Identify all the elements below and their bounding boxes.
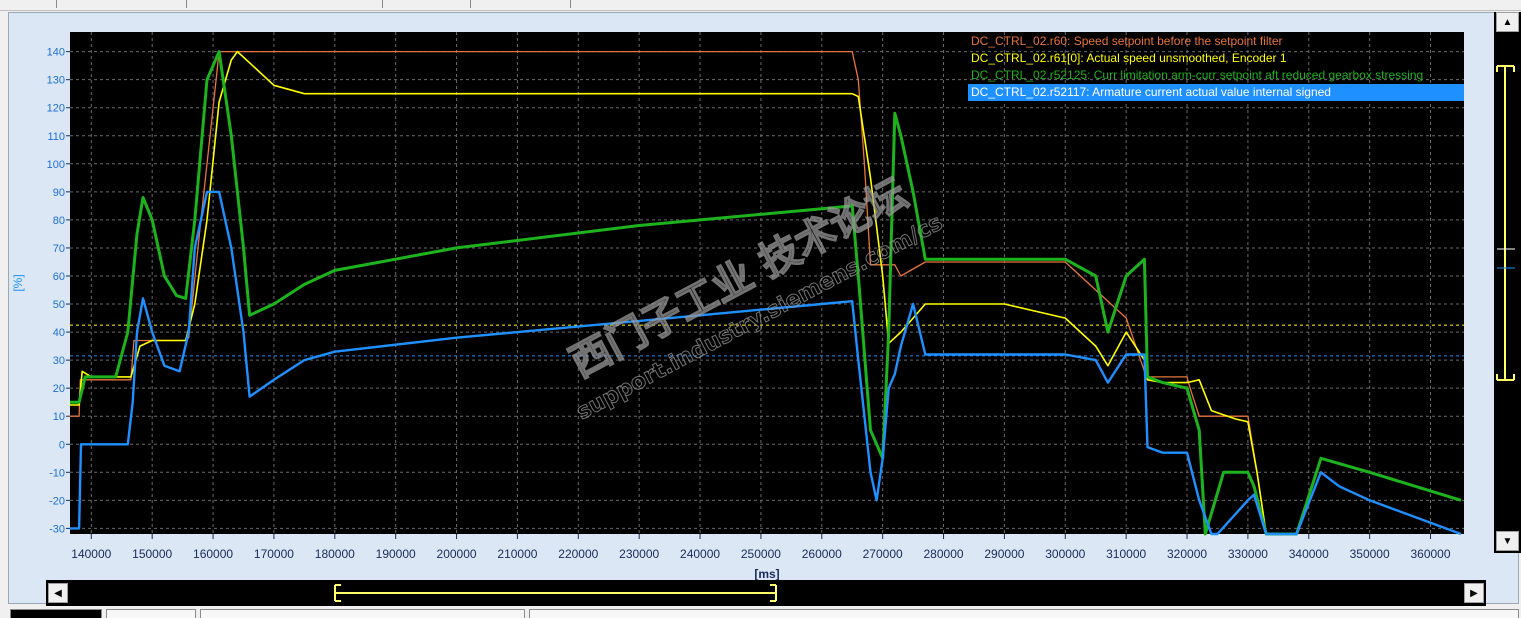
bottom-tab[interactable]: [529, 609, 1519, 618]
x-tick-label: 160000: [193, 547, 233, 561]
x-tick-label: 140000: [71, 547, 111, 561]
y-tick-label: 100: [47, 159, 65, 171]
x-tick-label: 310000: [1106, 547, 1146, 561]
x-tick-label: 230000: [619, 547, 659, 561]
x-tick-label: 350000: [1350, 547, 1390, 561]
x-tick-label: 150000: [132, 547, 172, 561]
x-tick-label: 240000: [680, 547, 720, 561]
y-tick-label: 30: [53, 355, 65, 367]
y-tick-label: 130: [47, 75, 65, 87]
x-tick-label: 280000: [924, 547, 964, 561]
legend-entry: DC_CTRL_02.r60: Speed setpoint before th…: [971, 34, 1283, 48]
bottom-tab[interactable]: [106, 609, 196, 618]
y-tick-label: -30: [49, 523, 65, 535]
x-tick-label: 260000: [802, 547, 842, 561]
x-tick-label: 250000: [741, 547, 781, 561]
legend-entry: DC_CTRL_02.r52117: Armature current actu…: [971, 85, 1331, 99]
scroll-down-button[interactable]: ▼: [1496, 531, 1519, 551]
horizontal-scrollbar[interactable]: ◀ ▶: [46, 580, 1486, 606]
x-tick-label: 190000: [376, 547, 416, 561]
y-tick-label: 60: [53, 271, 65, 283]
trace-chart: 西门子工业 技术论坛 support.industry.siemens.com/…: [11, 32, 1464, 581]
x-tick-label: 360000: [1410, 547, 1450, 561]
x-axis-ticks: 140000 150000 160000 170000 180000 190000 2000…: [71, 534, 1451, 561]
y-axis-label: [%]: [11, 274, 25, 291]
y-tick-label: 20: [53, 383, 65, 395]
x-tick-label: 270000: [863, 547, 903, 561]
y-tick-label: -10: [49, 467, 65, 479]
x-tick-label: 320000: [1167, 547, 1207, 561]
triangle-down-icon: ▼: [1502, 535, 1513, 547]
y-tick-label: 80: [53, 215, 65, 227]
triangle-right-icon: ▶: [1470, 587, 1478, 599]
scroll-right-button[interactable]: ▶: [1464, 583, 1484, 603]
vertical-scrollbar[interactable]: ▲ ▼: [1494, 12, 1521, 553]
y-axis-ticks: 1401301201101009080706050403020100-10-20…: [47, 47, 70, 535]
x-tick-label: 170000: [254, 547, 294, 561]
y-tick-label: 70: [53, 243, 65, 255]
legend-entry: DC_CTRL_02.r52125: Curr limitation arm-c…: [971, 68, 1423, 82]
y-tick-label: 50: [53, 299, 65, 311]
x-tick-label: 300000: [1045, 547, 1085, 561]
x-tick-label: 340000: [1289, 547, 1329, 561]
legend-entry: DC_CTRL_02.r61[0]: Actual speed unsmooth…: [971, 51, 1287, 65]
x-tick-label: 220000: [558, 547, 598, 561]
x-axis-label: [ms]: [754, 567, 779, 581]
y-tick-label: -20: [49, 495, 65, 507]
y-tick-label: 10: [53, 411, 65, 423]
y-tick-label: 0: [59, 439, 65, 451]
x-tick-label: 210000: [497, 547, 537, 561]
horizontal-range-bracket[interactable]: [46, 580, 1486, 606]
bottom-tab[interactable]: [200, 609, 525, 618]
y-tick-label: 120: [47, 103, 65, 115]
x-tick-label: 180000: [315, 547, 355, 561]
x-tick-label: 200000: [437, 547, 477, 561]
x-tick-label: 290000: [984, 547, 1024, 561]
y-tick-label: 110: [47, 131, 65, 143]
vertical-range-bracket[interactable]: [1494, 12, 1521, 553]
x-tick-label: 330000: [1228, 547, 1268, 561]
bottom-tab[interactable]: [10, 609, 102, 618]
y-tick-label: 140: [47, 47, 65, 59]
y-tick-label: 40: [53, 327, 65, 339]
y-tick-label: 90: [53, 187, 65, 199]
